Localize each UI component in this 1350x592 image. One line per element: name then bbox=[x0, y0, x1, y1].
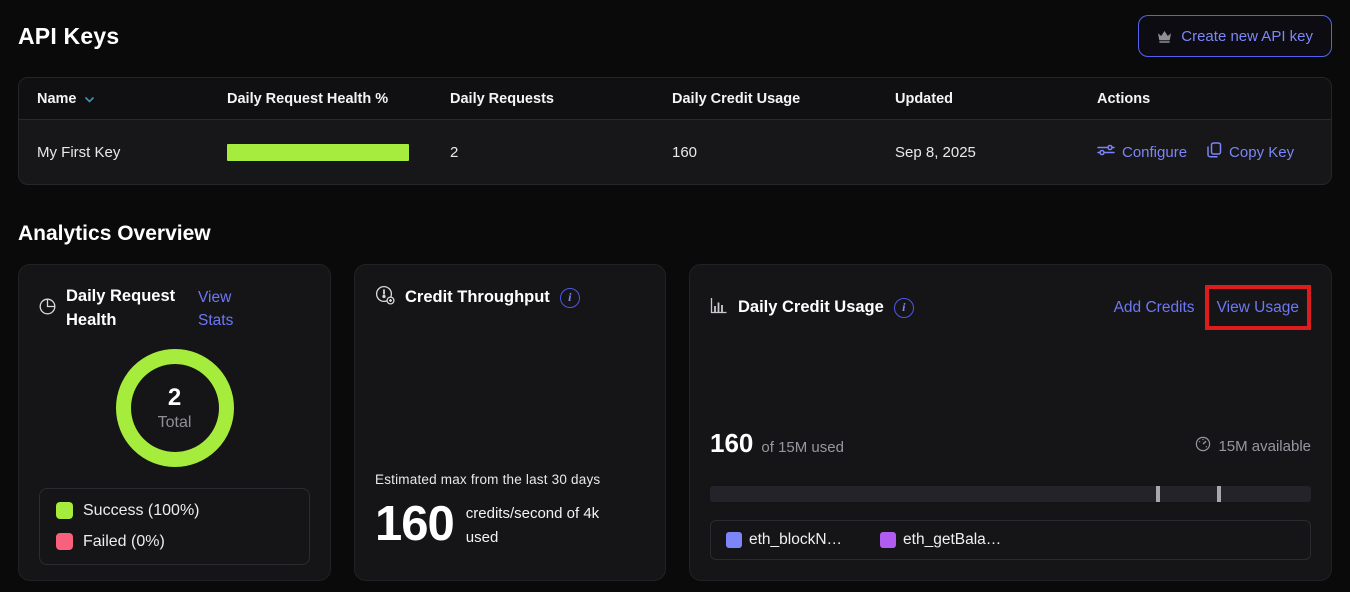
configure-link[interactable]: Configure bbox=[1097, 143, 1187, 161]
crown-icon bbox=[1157, 30, 1172, 43]
api-keys-header: API Keys Create new API key bbox=[18, 0, 1332, 57]
table-row: My First Key 2 160 Sep 8, 2025 Configure bbox=[19, 120, 1331, 184]
add-credits-link[interactable]: Add Credits bbox=[1114, 296, 1195, 319]
column-header-updated: Updated bbox=[895, 91, 1097, 107]
bar-chart-icon bbox=[710, 297, 728, 319]
health-legend: Success (100%) Failed (0%) bbox=[39, 488, 310, 565]
eth-blocknumber-label: eth_blockN… bbox=[749, 531, 842, 549]
throughput-value-row: 160 credits/second of 4k used bbox=[375, 499, 645, 560]
usage-legend: eth_blockN… eth_getBala… bbox=[710, 520, 1311, 560]
success-swatch bbox=[56, 502, 73, 519]
actions-cell: Configure Copy Key bbox=[1097, 142, 1331, 162]
throughput-unit: credits/second of 4k used bbox=[466, 502, 624, 550]
analytics-overview-title: Analytics Overview bbox=[18, 222, 1332, 246]
credit-throughput-card: Credit Throughput i Estimated max from t… bbox=[354, 264, 666, 581]
health-card-header: Daily Request Health View Stats bbox=[39, 285, 310, 333]
create-api-key-button[interactable]: Create new API key bbox=[1138, 15, 1332, 57]
donut-ring: 2 Total bbox=[116, 349, 234, 467]
donut-total-value: 2 bbox=[168, 384, 181, 412]
eth-blocknumber-swatch bbox=[726, 532, 742, 548]
page-title: API Keys bbox=[18, 23, 119, 50]
usage-card-title: Daily Credit Usage bbox=[738, 296, 884, 320]
legend-item-eth-getbalance: eth_getBala… bbox=[880, 531, 1001, 549]
copy-key-label: Copy Key bbox=[1229, 144, 1294, 161]
available-label: 15M available bbox=[1218, 438, 1311, 455]
analytics-cards: Daily Request Health View Stats 2 Total … bbox=[18, 264, 1332, 581]
pie-chart-icon bbox=[39, 298, 56, 320]
api-keys-table: Name Daily Request Health % Daily Reques… bbox=[18, 77, 1332, 185]
daily-credit-usage-value: 160 bbox=[672, 144, 895, 161]
health-bar bbox=[227, 144, 409, 161]
usage-card-links: Add Credits View Usage bbox=[1114, 285, 1311, 330]
failed-swatch bbox=[56, 533, 73, 550]
progress-tick bbox=[1217, 486, 1221, 502]
usage-value-row: 160 of 15M used 15M available bbox=[710, 428, 1311, 459]
daily-requests-value: 2 bbox=[450, 144, 672, 161]
gauge-icon bbox=[375, 285, 395, 310]
success-label: Success (100%) bbox=[83, 502, 200, 520]
key-name: My First Key bbox=[37, 144, 227, 161]
usage-card-header: Daily Credit Usage i Add Credits View Us… bbox=[710, 285, 1311, 330]
usage-progress-bar bbox=[710, 486, 1311, 502]
daily-credit-usage-card: Daily Credit Usage i Add Credits View Us… bbox=[689, 264, 1332, 581]
credits-available: 15M available bbox=[1195, 436, 1311, 456]
create-api-key-label: Create new API key bbox=[1181, 28, 1313, 45]
throughput-card-header: Credit Throughput i bbox=[375, 285, 645, 310]
daily-request-health-card: Daily Request Health View Stats 2 Total … bbox=[18, 264, 331, 581]
column-header-credit-usage: Daily Credit Usage bbox=[672, 91, 895, 107]
legend-item-failed: Failed (0%) bbox=[56, 533, 293, 551]
sliders-icon bbox=[1097, 143, 1115, 161]
column-header-name[interactable]: Name bbox=[37, 91, 227, 107]
copy-key-link[interactable]: Copy Key bbox=[1207, 142, 1294, 162]
failed-label: Failed (0%) bbox=[83, 533, 165, 551]
annotation-box: View Usage bbox=[1205, 285, 1311, 330]
eth-getbalance-swatch bbox=[880, 532, 896, 548]
speedometer-icon bbox=[1195, 436, 1211, 456]
progress-tick bbox=[1156, 486, 1160, 502]
view-usage-link[interactable]: View Usage bbox=[1217, 299, 1299, 316]
health-donut-chart: 2 Total bbox=[39, 349, 310, 467]
sort-chevron-icon bbox=[84, 91, 95, 107]
column-header-actions: Actions bbox=[1097, 91, 1331, 107]
donut-total-label: Total bbox=[158, 414, 192, 432]
health-bar-cell bbox=[227, 144, 450, 161]
throughput-value: 160 bbox=[375, 499, 454, 550]
view-stats-link[interactable]: View Stats bbox=[198, 286, 254, 333]
credits-used-value: 160 bbox=[710, 428, 753, 459]
dashboard-page: API Keys Create new API key Name Daily R… bbox=[0, 0, 1350, 581]
legend-item-eth-blocknumber: eth_blockN… bbox=[726, 531, 842, 549]
credits-used-suffix: of 15M used bbox=[761, 439, 844, 456]
throughput-card-title: Credit Throughput bbox=[405, 286, 550, 310]
legend-item-success: Success (100%) bbox=[56, 502, 293, 520]
updated-value: Sep 8, 2025 bbox=[895, 144, 1097, 161]
column-header-health: Daily Request Health % bbox=[227, 91, 450, 107]
column-header-requests: Daily Requests bbox=[450, 91, 672, 107]
info-icon[interactable]: i bbox=[560, 288, 580, 308]
info-icon[interactable]: i bbox=[894, 298, 914, 318]
health-card-title: Daily Request Health bbox=[66, 285, 188, 333]
eth-getbalance-label: eth_getBala… bbox=[903, 531, 1001, 549]
configure-label: Configure bbox=[1122, 144, 1187, 161]
copy-icon bbox=[1207, 142, 1222, 162]
table-header-row: Name Daily Request Health % Daily Reques… bbox=[19, 78, 1331, 120]
throughput-note: Estimated max from the last 30 days bbox=[375, 472, 645, 487]
